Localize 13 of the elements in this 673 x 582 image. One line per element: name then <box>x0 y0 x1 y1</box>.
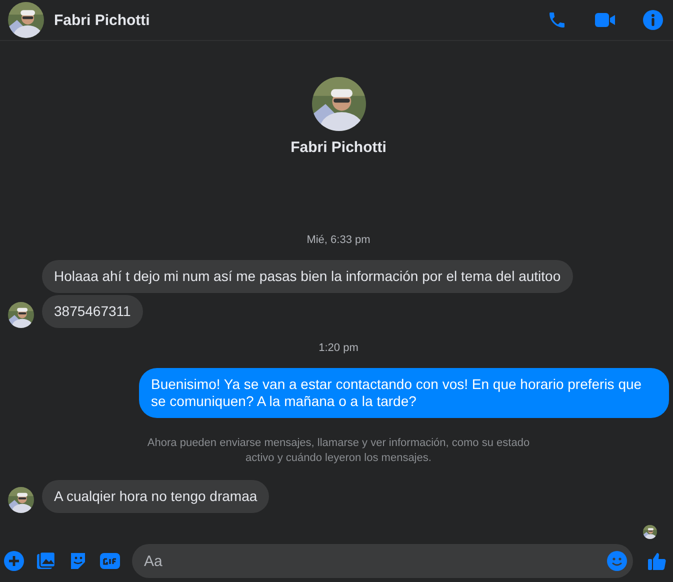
profile-name: Fabri Pichotti <box>290 139 386 156</box>
info-icon[interactable] <box>641 8 665 32</box>
message-bubble: A cualqier hora no tengo dramaa <box>42 480 270 513</box>
message-input[interactable]: Aa <box>132 544 633 578</box>
message-bubble: Holaaa ahí t dejo mi num así me pasas bien la información por el tema del autitoo <box>42 260 573 293</box>
privacy-notice: Ahora pueden enviarse mensajes, llamarse y ver información, como su estado activo y cuándo leyeron los mensajes. <box>146 436 531 466</box>
timestamp: 1:20 pm <box>318 342 358 354</box>
message-bubble: 3875467311 <box>42 295 143 328</box>
timestamp: Mié, 6:33 pm <box>306 234 370 246</box>
plus-icon[interactable] <box>2 549 26 573</box>
contact-name: Fabri Pichotti <box>54 12 151 28</box>
message-bubble: Buenisimo! Ya se van a estar contactando con vos! En que horario preferis que se comuniquen? A la mañana o a la tarde? <box>139 368 669 418</box>
emoji-icon[interactable] <box>607 551 627 571</box>
